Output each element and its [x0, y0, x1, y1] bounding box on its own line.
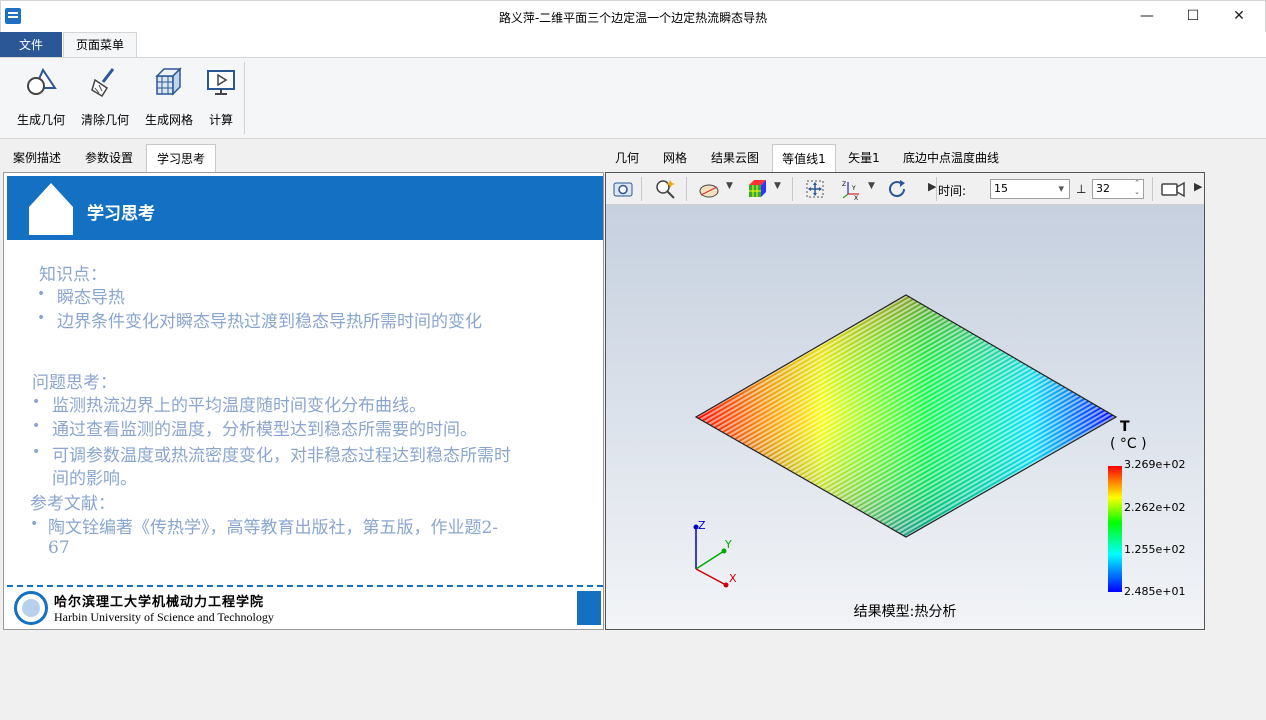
footer-accent-block	[577, 591, 601, 625]
ribbon-tab-bar: 文件 页面菜单	[0, 32, 1266, 59]
knowledge-heading: 知识点：	[39, 265, 107, 285]
display-style-icon[interactable]	[698, 178, 720, 200]
bullet-icon: •	[32, 394, 41, 410]
chevron-down-icon[interactable]: ▼	[726, 181, 733, 191]
rotate-icon[interactable]	[886, 178, 908, 200]
tab-vector[interactable]: 矢量1	[843, 144, 885, 172]
tab-temperature-curve[interactable]: 底边中点温度曲线	[896, 144, 1006, 172]
bullet-icon: •	[32, 418, 41, 434]
color-legend-bar	[1108, 466, 1122, 592]
tab-case-description[interactable]: 案例描述	[4, 144, 70, 172]
ribbon-separator	[244, 62, 245, 134]
toolbar-separator	[686, 177, 687, 201]
legend-unit: ( °C )	[1110, 436, 1147, 452]
generate-mesh-label: 生成网格	[144, 113, 193, 127]
legend-tick-label: 2.262e+02	[1124, 501, 1186, 514]
study-panel: 学习思考 知识点： • 瞬态导热 • 边界条件变化对瞬态导热过渡到稳态导热所需时…	[3, 172, 604, 630]
color-cube-icon[interactable]	[746, 178, 768, 200]
title-bar: 路义萍-二维平面三个边定温一个边定热流瞬态导热 — ☐ ✕	[0, 0, 1266, 32]
slider-marker[interactable]: ⊥	[1076, 182, 1086, 196]
question-item: 可调参数温度或热流密度变化，对非稳态过程达到稳态所需时	[52, 446, 511, 466]
university-logo	[14, 591, 48, 625]
question-item: 通过查看监测的温度，分析模型达到稳态所需要的时间。	[52, 420, 477, 440]
viewer-toolbar: ▼ ▼ ZYX ▼ ▶ 时间: 15 ⊥ 32 ▶	[606, 173, 1204, 205]
knowledge-item: 边界条件变化对瞬态导热过渡到稳态导热所需时间的变化	[57, 312, 482, 332]
bullet-icon: •	[30, 516, 39, 532]
toolbar-separator	[936, 177, 937, 201]
expand-arrow-icon[interactable]: ▶	[1194, 180, 1202, 193]
school-name-cn: 哈尔滨理工大学机械动力工程学院	[54, 595, 265, 610]
tab-mesh[interactable]: 网格	[657, 144, 693, 172]
video-record-icon[interactable]	[1160, 178, 1186, 200]
minimize-button[interactable]: —	[1124, 1, 1170, 32]
chevron-down-icon[interactable]: ▼	[868, 181, 875, 191]
footer-divider	[7, 585, 603, 587]
question-item: 监测热流边界上的平均温度随时间变化分布曲线。	[52, 396, 426, 416]
ribbon-panel: 生成几何 清除几何 生成网格 计算	[0, 57, 1266, 139]
axis-z-label: Z	[698, 519, 706, 532]
maximize-button[interactable]: ☐	[1170, 1, 1216, 32]
zoom-icon[interactable]	[654, 178, 676, 200]
axis-x-label: X	[729, 572, 737, 585]
reference-item: 陶文铨编著《传热学》，高等教育出版社，第五版，作业题2-	[48, 518, 499, 538]
time-label: 时间:	[938, 184, 967, 198]
question-heading: 问题思考：	[32, 373, 117, 393]
bullet-icon: •	[37, 310, 46, 326]
clear-geometry-button[interactable]: 清除几何	[78, 66, 132, 130]
school-name-en: Harbin University of Science and Technol…	[54, 610, 274, 624]
tab-parameter-settings[interactable]: 参数设置	[76, 144, 142, 172]
3d-viewport[interactable]: Z Y X T ( °C ) 3.269e+02 2.262e+02 1.255…	[606, 205, 1204, 629]
reference-heading: 参考文献：	[30, 494, 115, 514]
house-icon	[29, 183, 73, 235]
question-item-continued: 间的影响。	[52, 469, 137, 489]
svg-text:Y: Y	[851, 185, 856, 192]
reference-item-continued: 67	[48, 538, 70, 558]
compute-label: 计算	[208, 113, 233, 127]
tab-isoline[interactable]: 等值线1	[772, 144, 836, 172]
compute-button[interactable]: 计算	[204, 66, 238, 130]
tab-file[interactable]: 文件	[0, 32, 62, 58]
geometry-icon	[27, 67, 57, 95]
broom-icon	[91, 68, 115, 98]
axis-y-label: Y	[724, 538, 732, 551]
chevron-down-icon[interactable]: ▼	[774, 181, 781, 191]
generate-mesh-button[interactable]: 生成网格	[142, 66, 196, 130]
legend-title: T	[1120, 419, 1130, 435]
legend-tick-label: 1.255e+02	[1124, 543, 1186, 556]
clear-geometry-label: 清除几何	[80, 113, 129, 127]
svg-text:Z: Z	[842, 181, 846, 188]
toolbar-separator	[641, 177, 642, 201]
tab-geometry[interactable]: 几何	[610, 144, 644, 172]
study-header: 学习思考	[7, 176, 603, 240]
mesh-cube-icon	[155, 67, 182, 96]
study-title: 学习思考	[87, 204, 155, 224]
generate-geometry-label: 生成几何	[16, 113, 65, 127]
bullet-icon: •	[37, 286, 46, 302]
bullet-icon: •	[32, 444, 41, 460]
axis-orientation-icon[interactable]: ZYX	[840, 178, 862, 200]
svg-text:X: X	[854, 195, 858, 200]
legend-max-label: 3.269e+02	[1124, 458, 1186, 471]
legend-min-label: 2.485e+01	[1124, 585, 1186, 598]
window-title: 路义萍-二维平面三个边定温一个边定热流瞬态导热	[498, 11, 768, 25]
tab-study-thinking[interactable]: 学习思考	[146, 144, 216, 172]
generate-geometry-button[interactable]: 生成几何	[14, 66, 68, 130]
axis-triad: Z Y X	[693, 519, 737, 588]
step-spinner[interactable]: 32	[1092, 179, 1144, 199]
screenshot-camera-icon[interactable]	[612, 178, 634, 200]
time-select[interactable]: 15	[990, 179, 1070, 199]
play-monitor-icon	[207, 70, 235, 95]
knowledge-item: 瞬态导热	[57, 288, 125, 308]
result-model-label: 结果模型:热分析	[853, 604, 957, 620]
toolbar-separator	[792, 177, 793, 201]
result-viewer: ▼ ▼ ZYX ▼ ▶ 时间: 15 ⊥ 32 ▶	[605, 172, 1205, 630]
toolbar-separator	[1152, 177, 1153, 201]
fit-view-icon[interactable]	[804, 178, 826, 200]
close-button[interactable]: ✕	[1216, 1, 1262, 32]
tab-result-contour[interactable]: 结果云图	[704, 144, 766, 172]
tab-page-menu[interactable]: 页面菜单	[63, 32, 137, 59]
